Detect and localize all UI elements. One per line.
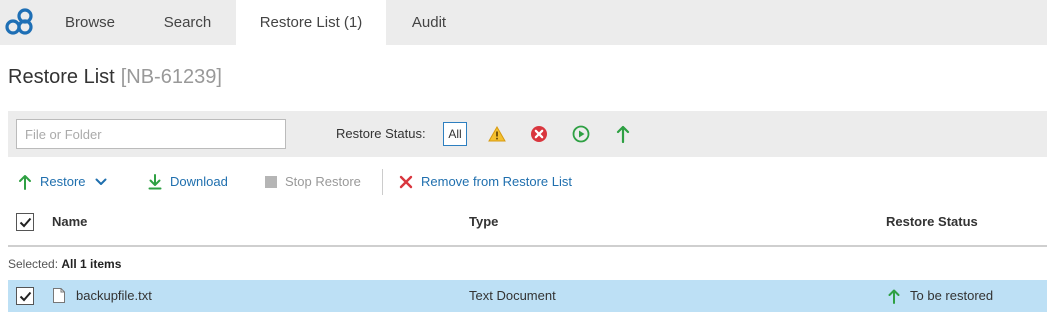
play-icon	[572, 125, 590, 143]
stop-restore-label: Stop Restore	[285, 174, 361, 189]
stop-icon	[265, 176, 277, 188]
text-file-icon	[53, 288, 65, 303]
app-logo-icon[interactable]	[4, 7, 34, 37]
page-title-text: Restore List	[8, 66, 115, 88]
selection-count: All 1 items	[61, 257, 122, 271]
selection-summary: Selected: All 1 items	[8, 257, 121, 271]
warning-icon	[488, 126, 506, 142]
page-title: Restore List [NB-61239]	[8, 66, 222, 89]
remove-from-restore-list-label: Remove from Restore List	[421, 174, 572, 189]
top-nav-bar: Browse Search Restore List (1) Audit	[0, 0, 1047, 45]
tab-browse[interactable]: Browse	[41, 0, 139, 45]
select-all-checkbox[interactable]	[16, 213, 34, 231]
status-filter-error-button[interactable]	[527, 122, 551, 146]
column-header-type[interactable]: Type	[469, 214, 498, 229]
download-button[interactable]: Download	[148, 172, 228, 192]
stop-restore-button[interactable]: Stop Restore	[265, 172, 361, 192]
column-header-restore-status[interactable]: Restore Status	[886, 214, 978, 229]
tab-restore-list[interactable]: Restore List (1)	[236, 0, 386, 45]
page-id-label: [NB-61239]	[120, 66, 222, 88]
restore-arrow-icon	[19, 175, 31, 190]
chevron-down-icon	[95, 178, 107, 185]
table-row[interactable]: backupfile.txt Text Document To be resto…	[8, 280, 1047, 312]
error-icon	[531, 126, 547, 142]
download-icon	[148, 174, 162, 190]
tab-search[interactable]: Search	[139, 0, 236, 45]
checkmark-icon	[19, 291, 31, 301]
status-filter-all-button[interactable]: All	[443, 122, 467, 146]
restore-dropdown-button[interactable]: Restore	[18, 172, 107, 192]
restore-label: Restore	[40, 174, 86, 189]
status-filter-to-be-restored-button[interactable]	[611, 122, 635, 146]
tab-audit[interactable]: Audit	[386, 0, 472, 45]
status-filter-warning-button[interactable]	[485, 122, 509, 146]
status-filter-in-progress-button[interactable]	[569, 122, 593, 146]
row-restore-status: To be restored	[910, 288, 994, 303]
table-header-divider	[8, 245, 1047, 247]
remove-from-restore-list-button[interactable]: Remove from Restore List	[399, 172, 572, 192]
column-header-name[interactable]: Name	[52, 214, 87, 229]
row-checkbox[interactable]	[16, 287, 34, 305]
to-be-restored-arrow-icon	[888, 289, 900, 304]
filter-bar: Restore Status: All	[8, 111, 1047, 157]
restore-status-label: Restore Status:	[336, 126, 426, 141]
close-icon	[399, 175, 413, 189]
file-or-folder-search-input[interactable]	[16, 119, 286, 149]
download-label: Download	[170, 174, 228, 189]
toolbar-divider	[382, 169, 383, 195]
arrow-up-icon	[616, 125, 630, 143]
row-file-type: Text Document	[469, 288, 556, 303]
row-file-name[interactable]: backupfile.txt	[76, 288, 152, 303]
checkmark-icon	[19, 217, 31, 227]
selection-prefix: Selected:	[8, 257, 62, 271]
